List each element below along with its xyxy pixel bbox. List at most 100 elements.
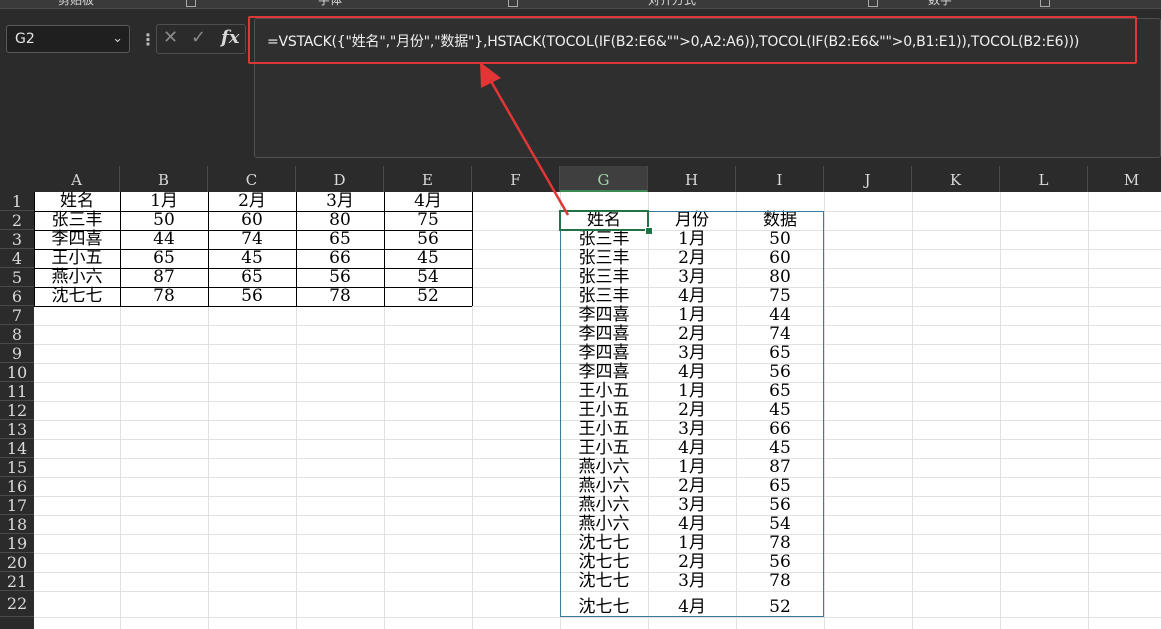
row-header-13[interactable]: 13 — [0, 420, 34, 439]
result-data-cell[interactable]: 4月 — [648, 439, 736, 458]
column-header-j[interactable]: J — [824, 166, 912, 192]
font-launcher-icon[interactable] — [508, 0, 518, 7]
source-data-cell[interactable]: 78 — [120, 287, 208, 306]
source-data-cell[interactable]: 78 — [296, 287, 384, 306]
column-header-l[interactable]: L — [1000, 166, 1088, 192]
row-header-4[interactable]: 4 — [0, 249, 34, 268]
source-data-cell[interactable]: 65 — [296, 230, 384, 249]
clipboard-launcher-icon[interactable] — [186, 0, 196, 7]
column-header-k[interactable]: K — [912, 166, 1000, 192]
result-data-cell[interactable]: 56 — [736, 496, 824, 515]
source-data-cell[interactable]: 75 — [384, 211, 472, 230]
result-data-cell[interactable]: 1月 — [648, 534, 736, 553]
row-header-12[interactable]: 12 — [0, 401, 34, 420]
row-header-11[interactable]: 11 — [0, 382, 34, 401]
result-data-cell[interactable]: 张三丰 — [560, 268, 648, 287]
name-box[interactable]: G2 ⌄ — [6, 25, 130, 53]
column-header-g[interactable]: G — [560, 166, 648, 192]
fill-handle[interactable] — [645, 227, 653, 235]
source-data-cell[interactable]: 87 — [120, 268, 208, 287]
source-data-cell[interactable]: 65 — [120, 249, 208, 268]
source-data-cell[interactable]: 45 — [208, 249, 296, 268]
source-data-cell[interactable]: 李四喜 — [34, 230, 120, 249]
result-data-cell[interactable]: 66 — [736, 420, 824, 439]
row-header-6[interactable]: 6 — [0, 287, 34, 306]
source-data-cell[interactable]: 56 — [296, 268, 384, 287]
result-data-cell[interactable]: 燕小六 — [560, 477, 648, 496]
result-data-cell[interactable]: 1月 — [648, 306, 736, 325]
column-header-f[interactable]: F — [472, 166, 560, 192]
source-header-cell[interactable]: 2月 — [208, 192, 296, 211]
row-header-21[interactable]: 21 — [0, 572, 34, 591]
result-data-cell[interactable]: 87 — [736, 458, 824, 477]
result-data-cell[interactable]: 3月 — [648, 344, 736, 363]
source-data-cell[interactable]: 60 — [208, 211, 296, 230]
result-data-cell[interactable]: 张三丰 — [560, 287, 648, 306]
source-data-cell[interactable]: 65 — [208, 268, 296, 287]
column-header-a[interactable]: A — [34, 166, 120, 192]
row-header-17[interactable]: 17 — [0, 496, 34, 515]
result-data-cell[interactable]: 张三丰 — [560, 230, 648, 249]
source-header-cell[interactable]: 姓名 — [34, 192, 120, 211]
result-data-cell[interactable]: 2月 — [648, 477, 736, 496]
result-data-cell[interactable]: 45 — [736, 401, 824, 420]
result-data-cell[interactable]: 4月 — [648, 515, 736, 534]
result-data-cell[interactable]: 65 — [736, 477, 824, 496]
result-data-cell[interactable]: 3月 — [648, 572, 736, 591]
result-data-cell[interactable]: 65 — [736, 344, 824, 363]
source-header-cell[interactable]: 1月 — [120, 192, 208, 211]
result-data-cell[interactable]: 王小五 — [560, 420, 648, 439]
column-header-c[interactable]: C — [208, 166, 296, 192]
result-data-cell[interactable]: 52 — [736, 598, 824, 617]
result-data-cell[interactable]: 沈七七 — [560, 553, 648, 572]
result-data-cell[interactable]: 燕小六 — [560, 458, 648, 477]
row-header-9[interactable]: 9 — [0, 344, 34, 363]
result-header-cell[interactable]: 月份 — [648, 211, 736, 230]
row-header-5[interactable]: 5 — [0, 268, 34, 287]
row-header-22[interactable]: 22 — [0, 591, 34, 617]
column-header-d[interactable]: D — [296, 166, 384, 192]
source-data-cell[interactable]: 张三丰 — [34, 211, 120, 230]
source-data-cell[interactable]: 王小五 — [34, 249, 120, 268]
result-data-cell[interactable]: 4月 — [648, 287, 736, 306]
result-data-cell[interactable]: 75 — [736, 287, 824, 306]
result-data-cell[interactable]: 3月 — [648, 420, 736, 439]
source-data-cell[interactable]: 74 — [208, 230, 296, 249]
source-header-cell[interactable]: 3月 — [296, 192, 384, 211]
ribbon-group-alignment[interactable]: 对齐方式 — [648, 0, 696, 8]
ribbon-group-clipboard[interactable]: 剪贴板 — [58, 0, 94, 8]
row-header-20[interactable]: 20 — [0, 553, 34, 572]
result-data-cell[interactable]: 45 — [736, 439, 824, 458]
result-data-cell[interactable]: 沈七七 — [560, 572, 648, 591]
row-header-2[interactable]: 2 — [0, 211, 34, 230]
alignment-launcher-icon[interactable] — [868, 0, 878, 7]
result-data-cell[interactable]: 张三丰 — [560, 249, 648, 268]
source-data-cell[interactable]: 沈七七 — [34, 287, 120, 306]
result-data-cell[interactable]: 65 — [736, 382, 824, 401]
source-data-cell[interactable]: 54 — [384, 268, 472, 287]
result-data-cell[interactable]: 沈七七 — [560, 598, 648, 617]
chevron-down-icon[interactable]: ⌄ — [112, 31, 123, 46]
result-data-cell[interactable]: 王小五 — [560, 439, 648, 458]
column-header-m[interactable]: M — [1088, 166, 1161, 192]
result-data-cell[interactable]: 王小五 — [560, 401, 648, 420]
result-data-cell[interactable]: 2月 — [648, 401, 736, 420]
column-header-i[interactable]: I — [736, 166, 824, 192]
row-header-3[interactable]: 3 — [0, 230, 34, 249]
result-data-cell[interactable]: 78 — [736, 534, 824, 553]
row-header-10[interactable]: 10 — [0, 363, 34, 382]
source-data-cell[interactable]: 燕小六 — [34, 268, 120, 287]
source-data-cell[interactable]: 66 — [296, 249, 384, 268]
result-data-cell[interactable]: 60 — [736, 249, 824, 268]
row-header-1[interactable]: 1 — [0, 192, 34, 211]
result-data-cell[interactable]: 1月 — [648, 230, 736, 249]
result-data-cell[interactable]: 王小五 — [560, 382, 648, 401]
column-header-b[interactable]: B — [120, 166, 208, 192]
source-data-cell[interactable]: 45 — [384, 249, 472, 268]
result-data-cell[interactable]: 56 — [736, 363, 824, 382]
row-header-16[interactable]: 16 — [0, 477, 34, 496]
result-data-cell[interactable]: 2月 — [648, 249, 736, 268]
result-data-cell[interactable]: 44 — [736, 306, 824, 325]
result-data-cell[interactable]: 李四喜 — [560, 363, 648, 382]
result-data-cell[interactable]: 燕小六 — [560, 496, 648, 515]
